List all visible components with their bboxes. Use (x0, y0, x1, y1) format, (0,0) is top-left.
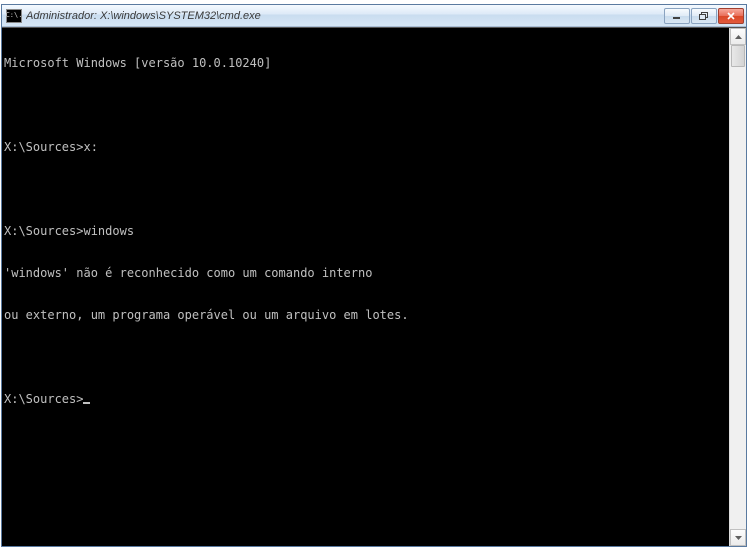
maximize-button[interactable] (691, 8, 717, 24)
console-line: ou externo, um programa operável ou um a… (4, 308, 729, 322)
window-controls (663, 8, 744, 24)
console-line: 'windows' não é reconhecido como um coma… (4, 266, 729, 280)
close-button[interactable] (718, 8, 744, 24)
scroll-up-button[interactable] (730, 28, 746, 45)
console-prompt-line: X:\Sources> (4, 392, 729, 406)
cmd-window: C:\. Administrador: X:\windows\SYSTEM32\… (1, 4, 747, 547)
console-line (4, 350, 729, 364)
titlebar[interactable]: C:\. Administrador: X:\windows\SYSTEM32\… (2, 5, 746, 27)
console-line: Microsoft Windows [versão 10.0.10240] (4, 56, 729, 70)
cursor (83, 402, 90, 404)
minimize-button[interactable] (664, 8, 690, 24)
scrollbar-thumb[interactable] (731, 45, 745, 67)
cmd-icon: C:\. (6, 9, 22, 23)
console-line (4, 98, 729, 112)
console-output[interactable]: Microsoft Windows [versão 10.0.10240] X:… (2, 28, 729, 546)
client-area: Microsoft Windows [versão 10.0.10240] X:… (2, 27, 746, 546)
vertical-scrollbar[interactable] (729, 28, 746, 546)
console-line: X:\Sources>windows (4, 224, 729, 238)
console-line: X:\Sources>x: (4, 140, 729, 154)
console-prompt: X:\Sources> (4, 392, 83, 406)
scroll-down-button[interactable] (730, 529, 746, 546)
console-line (4, 182, 729, 196)
scrollbar-track[interactable] (730, 45, 746, 529)
window-title: Administrador: X:\windows\SYSTEM32\cmd.e… (26, 10, 663, 22)
